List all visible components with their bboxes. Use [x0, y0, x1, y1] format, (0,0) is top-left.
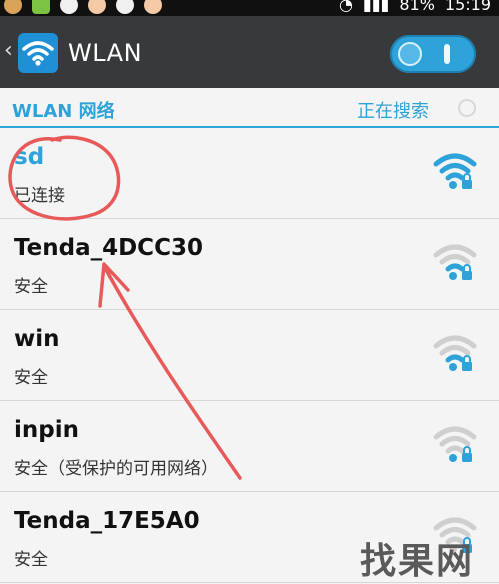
wifi-locked-icon — [433, 244, 477, 280]
network-list: sd 已连接 Tenda_4DCC30 安全 win 安全 inpin 安全（受… — [0, 128, 499, 583]
scan-status: 正在搜索 — [357, 101, 429, 122]
wifi-locked-icon — [433, 426, 477, 462]
network-status: 安全 — [14, 368, 48, 388]
network-ssid: inpin — [14, 417, 79, 443]
toggle-on-indicator — [444, 44, 450, 64]
network-ssid: Tenda_17E5A0 — [14, 508, 200, 534]
status-right: ◔ ▮▮▮ 81% 15:19 — [339, 0, 491, 14]
action-bar: ‹ WLAN — [0, 16, 499, 88]
network-status: 安全 — [14, 550, 48, 570]
section-title: WLAN 网络 — [12, 101, 115, 122]
wifi-app-icon[interactable] — [18, 33, 58, 73]
avatar-icon-2 — [144, 0, 162, 14]
section-header: WLAN 网络 正在搜索 — [0, 88, 499, 128]
clock: 15:19 — [444, 0, 491, 14]
network-ssid: sd — [14, 144, 45, 170]
toggle-off-indicator — [398, 42, 422, 66]
network-status: 已连接 — [14, 186, 65, 206]
network-row[interactable]: win 安全 — [0, 310, 499, 401]
battery-percent: 81% — [399, 0, 435, 14]
wifi-locked-icon — [433, 153, 477, 189]
back-chevron-icon[interactable]: ‹ — [4, 38, 13, 63]
network-ssid: win — [14, 326, 60, 352]
notification-icons — [4, 0, 162, 14]
watermark-logo: 找果网 — [360, 540, 475, 582]
network-row[interactable]: Tenda_4DCC30 安全 — [0, 219, 499, 310]
wechat-icon — [116, 0, 134, 14]
signal-icon: ▮▮▮ — [362, 0, 390, 14]
green-app-icon — [32, 0, 50, 14]
page-title: WLAN — [68, 39, 143, 67]
network-status: 安全（受保护的可用网络） — [14, 459, 218, 479]
status-bar: ◔ ▮▮▮ 81% 15:19 — [0, 0, 499, 16]
wlan-toggle[interactable] — [390, 35, 476, 73]
network-ssid: Tenda_4DCC30 — [14, 235, 203, 261]
wifi-locked-icon — [433, 335, 477, 371]
avatar-icon — [88, 0, 106, 14]
scanning-spinner-icon — [458, 99, 476, 117]
app-notification-icon — [4, 0, 22, 14]
network-status: 安全 — [14, 277, 48, 297]
network-row[interactable]: sd 已连接 — [0, 128, 499, 219]
wifi-status-icon: ◔ — [338, 0, 353, 14]
leaf-icon — [60, 0, 78, 14]
network-row[interactable]: inpin 安全（受保护的可用网络） — [0, 401, 499, 492]
